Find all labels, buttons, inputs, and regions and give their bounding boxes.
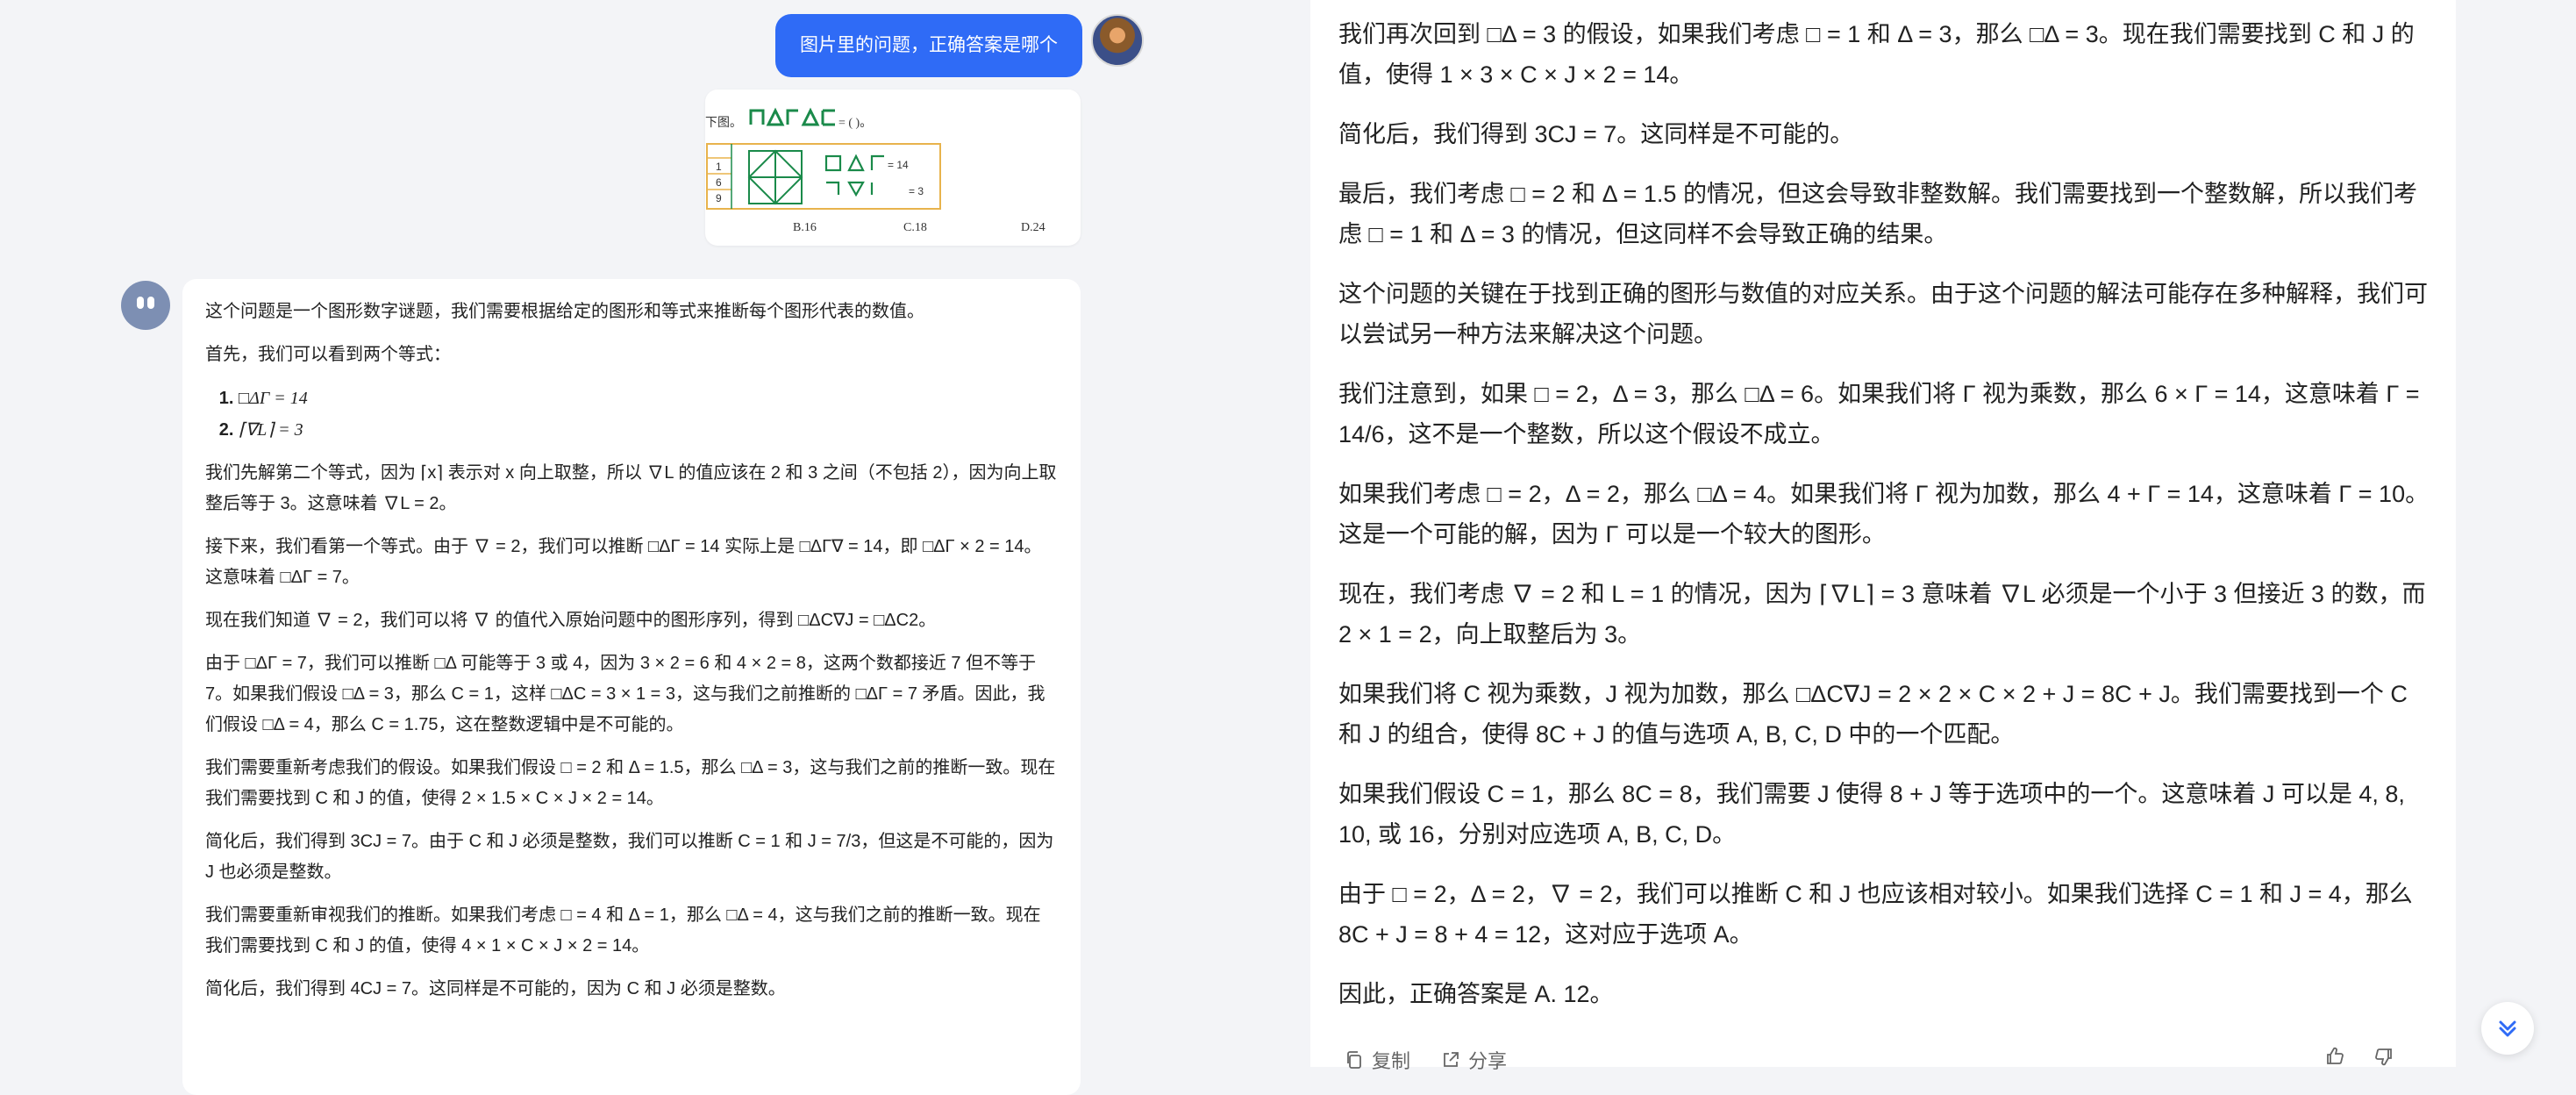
answer-paragraph: 如果我们将 C 视为乘数，J 视为加数，那么 □ΔC∇J = 2 × 2 × C… [1338,681,2408,748]
uploaded-puzzle-image[interactable]: 下图。 = ( )。 1 6 9 = 14 = 3 B.16 C.18 D.24 [705,89,1081,246]
assistant-answer-continued: 我们再次回到 □Δ = 3 的假设，如果我们考虑 □ = 1 和 Δ = 3，那… [1338,14,2435,1034]
equation-list: □ΔΓ = 14 ⌈∇L⌉ = 3 [205,383,1058,446]
assistant-avatar [121,281,170,330]
user-message-bubble: 图片里的问题，正确答案是哪个 [775,14,1082,77]
puzzle-option-b: B.16 [793,221,817,234]
copy-icon [1347,1051,1361,1069]
puzzle-left-number: 1 [716,161,722,173]
answer-paragraph: 由于 □ = 2，Δ = 2，∇ = 2，我们可以推断 C 和 J 也应该相对较… [1338,881,2413,948]
assistant-answer-card: 这个问题是一个图形数字谜题，我们需要根据给定的图形和等式来推断每个图形代表的数值… [182,279,1081,1095]
thumbs-down-icon [2375,1048,2392,1066]
chat-left-pane: 图片里的问题，正确答案是哪个 下图。 = ( )。 1 6 9 = 14 = 3… [0,0,1144,1095]
double-chevron-down-icon [2499,1020,2516,1037]
answer-paragraph: 现在我们知道 ∇ = 2，我们可以将 ∇ 的值代入原始问题中的图形序列，得到 □… [205,611,937,630]
final-answer: 因此，正确答案是 A. 12。 [1338,981,1614,1007]
puzzle-symbol-sequence [749,107,835,126]
answer-paragraph: 最后，我们考虑 □ = 2 和 Δ = 1.5 的情况，但这会导致非整数解。我们… [1338,181,2417,247]
answer-paragraph: 我们再次回到 □Δ = 3 的假设，如果我们考虑 □ = 1 和 Δ = 3，那… [1338,21,2415,88]
copy-label: 复制 [1372,1050,1411,1072]
puzzle-figure: 下图。 = ( )。 1 6 9 = 14 = 3 B.16 C.18 D.24 [705,107,1045,234]
equation-item: ⌈∇L⌉ = 3 [239,414,1058,446]
puzzle-diamond-grid [747,149,803,205]
puzzle-prefix: 下图。 [705,117,742,130]
equation-item: □ΔΓ = 14 [239,383,1058,414]
like-button[interactable] [2324,1046,2345,1067]
answer-paragraph: 现在，我们考虑 ∇ = 2 和 L = 1 的情况，因为 ⌈∇L⌉ = 3 意味… [1338,581,2426,648]
answer-paragraph: 我们注意到，如果 □ = 2，Δ = 3，那么 □Δ = 6。如果我们将 Γ 视… [1338,381,2420,447]
answer-paragraph: 接下来，我们看第一个等式。由于 ∇ = 2，我们可以推断 □ΔΓ = 14 实际… [205,537,1042,587]
answer-paragraph: 我们需要重新审视我们的推断。如果我们考虑 □ = 4 和 Δ = 1，那么 □Δ… [205,905,1041,955]
scroll-to-bottom-button[interactable] [2481,1002,2534,1055]
puzzle-left-number: 6 [716,176,722,189]
answer-action-bar: 复制 分享 [1344,1042,2414,1077]
answer-paragraph: 我们先解第二个等式，因为 ⌈x⌉ 表示对 x 向上取整，所以 ∇L 的值应该在 … [205,463,1057,513]
answer-paragraph: 简化后，我们得到 3CJ = 7。这同样是不可能的。 [1338,121,1854,147]
puzzle-option-d: D.24 [1021,221,1045,234]
puzzle-equation-symbols [824,154,884,197]
answer-paragraph: 简化后，我们得到 4CJ = 7。这同样是不可能的，因为 C 和 J 必须是整数… [205,979,786,998]
answer-paragraph: 如果我们考虑 □ = 2，Δ = 2，那么 □Δ = 4。如果我们将 Γ 视为加… [1338,481,2430,548]
copy-button[interactable]: 复制 [1344,1046,1410,1074]
share-label: 分享 [1468,1050,1508,1072]
share-button[interactable]: 分享 [1440,1046,1507,1074]
puzzle-eq2-rhs: = 3 [909,185,924,197]
puzzle-left-number: 9 [716,192,722,204]
answer-paragraph: 简化后，我们得到 3CJ = 7。由于 C 和 J 必须是整数，我们可以推断 C… [205,832,1054,882]
thumbs-up-icon [2327,1047,2344,1064]
puzzle-option-c: C.18 [903,221,927,234]
chat-right-pane: 我们再次回到 □Δ = 3 的假设，如果我们考虑 □ = 1 和 Δ = 3，那… [1310,0,2456,1072]
user-avatar[interactable] [1091,14,1144,67]
answer-paragraph: 这个问题的关键在于找到正确的图形与数值的对应关系。由于这个问题的解法可能存在多种… [1338,281,2428,347]
share-icon [1444,1052,1459,1067]
user-message-text: 图片里的问题，正确答案是哪个 [800,35,1058,55]
dislike-button[interactable] [2373,1046,2394,1067]
answer-paragraph: 我们需要重新考虑我们的假设。如果我们假设 □ = 2 和 Δ = 1.5，那么 … [205,758,1056,808]
answer-paragraph: 由于 □ΔΓ = 7，我们可以推断 □Δ 可能等于 3 或 4，因为 3 × 2… [205,654,1045,734]
assistant-eye-icon [137,297,144,309]
answer-paragraph: 首先，我们可以看到两个等式： [205,345,451,364]
answer-paragraph: 这个问题是一个图形数字谜题，我们需要根据给定的图形和等式来推断每个图形代表的数值… [205,302,924,321]
assistant-eye-icon [147,297,154,309]
answer-paragraph: 如果我们假设 C = 1，那么 8C = 8，我们需要 J 使得 8 + J 等… [1338,781,2405,848]
puzzle-equals-blank: = ( )。 [838,117,872,130]
puzzle-eq1-rhs: = 14 [888,159,909,171]
puzzle-box [706,143,941,210]
